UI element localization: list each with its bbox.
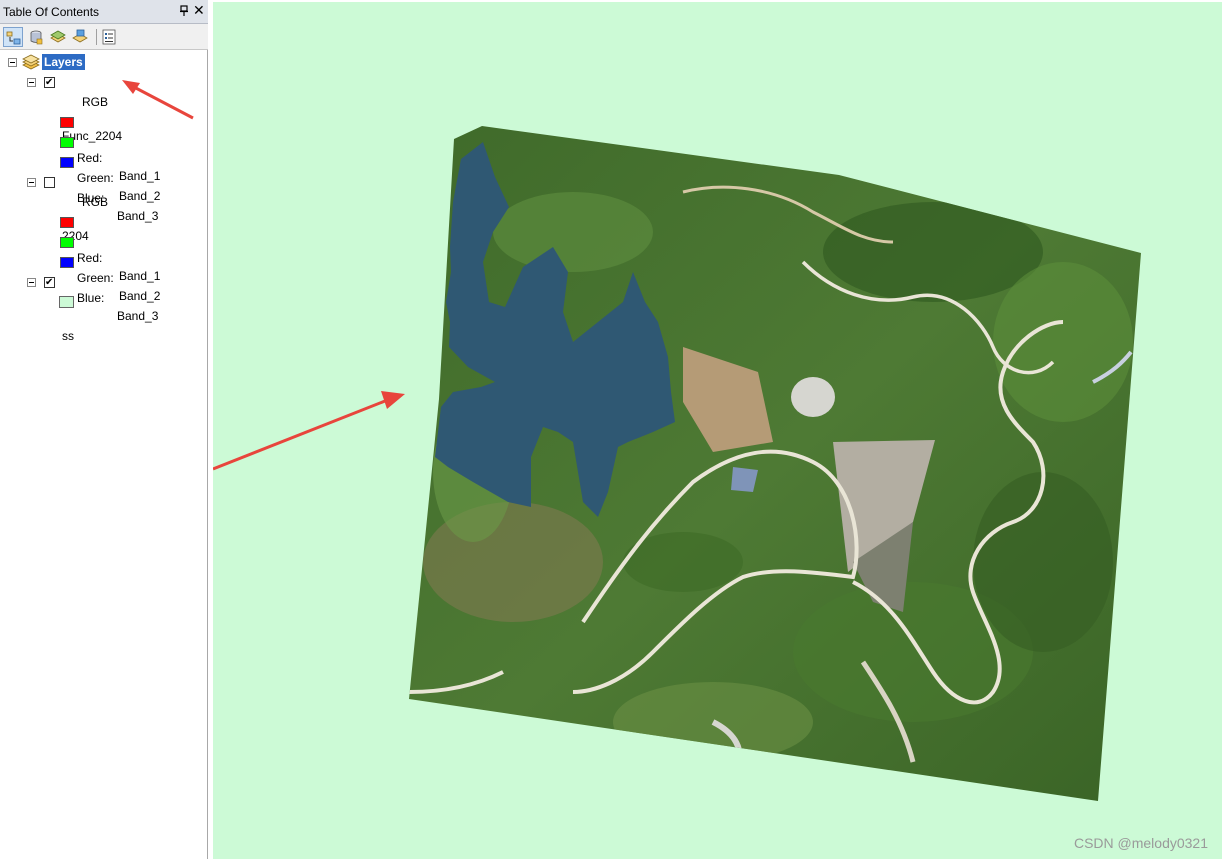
map-canvas[interactable]: CSDN @melody0321 <box>213 2 1222 859</box>
annotation-arrow-toc <box>122 80 194 120</box>
polygon-symbol-row <box>0 293 200 311</box>
polygon-fill-swatch[interactable] <box>59 296 74 308</box>
blue-swatch <box>60 157 74 168</box>
watermark: CSDN @melody0321 <box>1073 835 1208 851</box>
green-swatch <box>60 137 74 148</box>
green-swatch <box>60 237 74 248</box>
orthophoto-raster <box>213 126 1141 801</box>
red-swatch <box>60 217 74 228</box>
band-row: Blue: Band_3 <box>0 253 200 323</box>
band-row: Blue: Band_3 <box>0 153 200 223</box>
renderer-label: RGB <box>82 195 109 209</box>
layer-ss[interactable]: ss <box>0 273 200 343</box>
band-row: Green: Band_2 <box>0 233 200 303</box>
band-row: Red: Band_1 <box>0 213 200 283</box>
collapse-icon[interactable] <box>27 178 36 187</box>
layer-visibility-checkbox[interactable] <box>44 274 55 292</box>
layer-2204[interactable]: 2204 <box>0 173 200 243</box>
table-of-contents-panel: Table Of Contents ✕ Layers ✔ Func_2204 R… <box>0 0 208 859</box>
blue-swatch <box>60 257 74 268</box>
annotation-arrow-map <box>213 391 405 471</box>
layer-name[interactable]: ss <box>62 327 74 345</box>
collapse-icon[interactable] <box>27 278 36 287</box>
layer-visibility-checkbox[interactable] <box>44 177 55 188</box>
band-row: Green: Band_2 <box>0 133 200 203</box>
